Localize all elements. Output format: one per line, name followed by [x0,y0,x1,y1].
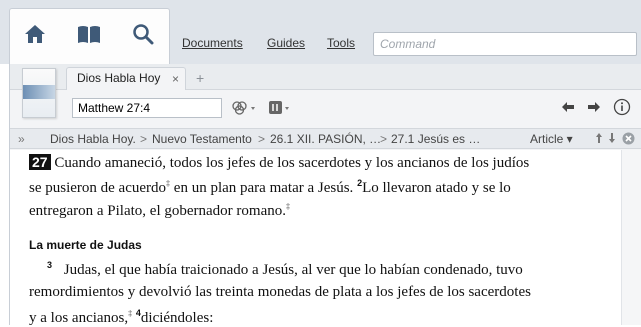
tab-dios-habla-hoy[interactable]: Dios Habla Hoy × [66,67,186,90]
verse-text: se pusieron de acuerdo [29,180,167,196]
tab-strip: Dios Habla Hoy × + [10,64,641,90]
verse-text: Cuando amaneció, todos los jefes de los … [54,155,530,171]
footnote-marker[interactable]: ‡ [128,309,132,318]
primary-nav [9,8,170,64]
search-icon[interactable] [130,21,156,47]
menu-guides[interactable]: Guides [267,36,305,50]
text-line: 27 Cuando amaneció, todos los jefes de l… [29,154,529,172]
menu-documents[interactable]: Documents [182,36,243,50]
home-icon[interactable] [22,21,48,47]
reading-pane: 27 Cuando amaneció, todos los jefes de l… [10,150,622,327]
text-line: remordimientos y devolvió las treinta mo… [29,284,531,301]
book-cover-thumbnail[interactable] [22,68,56,118]
text-line: se pusieron de acuerdo‡ en un plan para … [29,178,511,197]
chapter-number: 27 [29,154,51,170]
scroll-up-icon[interactable] [595,132,603,147]
verse-text: remordimientos y devolvió las treinta mo… [29,284,531,300]
forward-arrow-icon[interactable] [587,101,601,116]
back-arrow-icon[interactable] [561,101,575,116]
breadcrumb-overflow-icon[interactable]: » [18,132,25,146]
article-mode-dropdown[interactable]: Article ▾ [530,132,573,146]
reference-input[interactable] [72,98,222,118]
resource-panel: Dios Habla Hoy × + » Dios Habla Hoy. > N… [9,64,641,327]
breadcrumb: » Dios Habla Hoy. > Nuevo Testamento > 2… [10,128,641,149]
verse-text: Lo llevaron atado y se lo [362,180,511,196]
info-icon[interactable] [613,98,631,119]
scroll-down-icon[interactable] [608,132,616,147]
tab-title: Dios Habla Hoy [77,71,161,85]
breadcrumb-item[interactable]: 26.1 XII. PASIÓN, … [270,132,381,146]
command-input[interactable]: Command [373,32,637,56]
add-tab-icon[interactable]: + [196,70,204,86]
section-heading: La muerte de Judas [29,238,142,252]
verse-text: entregaron a Pilato, el gobernador roman… [29,203,286,219]
breadcrumb-separator: > [380,132,388,146]
footnote-marker[interactable]: ‡ [286,202,290,211]
verse-text: y a los ancianos, [29,310,129,326]
verse-text: en un plan para matar a Jesús. [170,180,358,196]
breadcrumb-separator: > [258,132,266,146]
verse-number: 3 [47,260,53,270]
visual-filters-icon[interactable] [268,99,292,117]
text-line: entregaron a Pilato, el gobernador roman… [29,202,290,220]
verse-text: Judas, el que había traicionado a Jesús,… [63,262,523,278]
breadcrumb-item[interactable]: Dios Habla Hoy. [50,132,136,146]
breadcrumb-separator: > [140,132,148,146]
app-toolbar: Documents Guides Tools Command [0,0,641,64]
breadcrumb-item[interactable]: 27.1 Jesús es … [391,132,480,146]
verse-text: diciéndoles: [140,310,214,326]
vertical-scrollbar[interactable] [621,150,641,325]
breadcrumb-item[interactable]: Nuevo Testamento [152,132,252,146]
close-panel-icon[interactable] [622,132,635,148]
library-book-icon[interactable] [76,21,102,47]
text-line: 3 Judas, el que había traicionado a Jesú… [47,260,523,279]
history-nav [561,98,631,118]
text-line: y a los ancianos,‡ 4diciéndoles: [29,308,213,327]
link-set-icon[interactable] [230,99,258,117]
tab-close-icon[interactable]: × [172,72,179,86]
menu-tools[interactable]: Tools [327,36,355,50]
